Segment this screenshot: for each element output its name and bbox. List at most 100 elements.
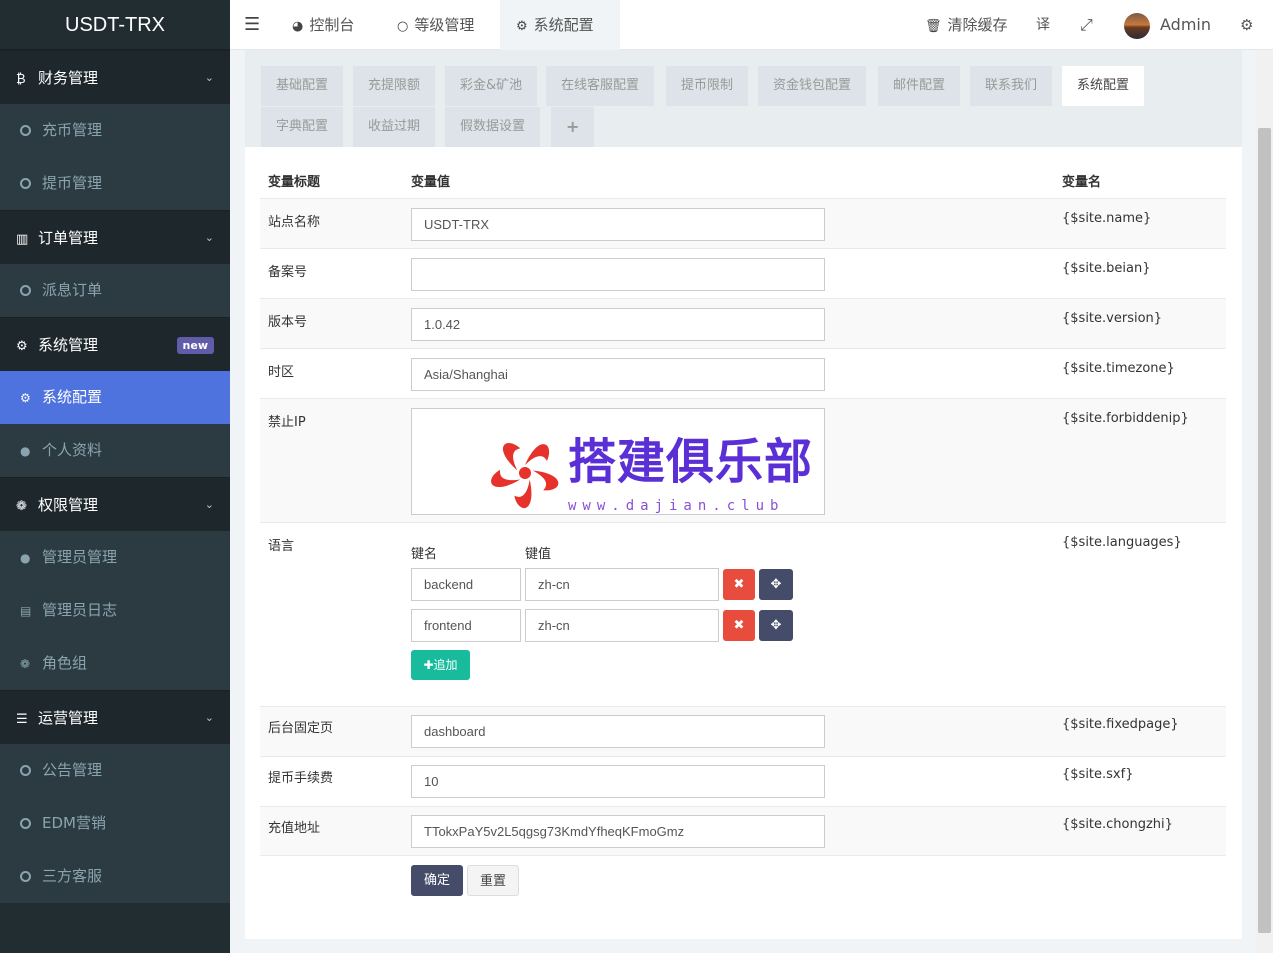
lang-key-header: 键名 bbox=[411, 547, 438, 562]
sidebar-header-orders[interactable]: ▥ 订单管理 ⌄ bbox=[0, 210, 230, 264]
circle-icon bbox=[20, 765, 31, 776]
row-label: 后台固定页 bbox=[268, 721, 334, 736]
tab-level-management[interactable]: ○ 等级管理 bbox=[385, 0, 486, 50]
top-navbar: ☰ ◕ 控制台 ○ 等级管理 ⚙ 系统配置 🗑 清除缓存 译 ⤢ Admin ⚙ bbox=[230, 0, 1273, 50]
sidebar-header-finance[interactable]: ₿ 财务管理 ⌄ bbox=[0, 50, 230, 104]
version-input[interactable]: 1.0.42 bbox=[411, 308, 825, 341]
move-icon: ✥ bbox=[770, 577, 782, 592]
users-icon: ❁ bbox=[20, 657, 31, 671]
config-tab-fake-data[interactable]: 假数据设置 bbox=[445, 107, 541, 147]
config-tab-email[interactable]: 邮件配置 bbox=[878, 66, 961, 106]
drag-handle-button[interactable]: ✥ bbox=[759, 610, 793, 641]
config-tab-bonus-pool[interactable]: 彩金&矿池 bbox=[445, 66, 538, 106]
chevron-down-icon: ⌄ bbox=[204, 231, 214, 244]
row-var: {$site.name} bbox=[1062, 211, 1152, 226]
sidebar-item-profile[interactable]: ● 个人资料 bbox=[0, 424, 230, 477]
sidebar: USDT-TRX ₿ 财务管理 ⌄ 充币管理 提币管理 ▥ 订单管理 ⌄ 派息订单 … bbox=[0, 0, 230, 953]
config-tab-system[interactable]: 系统配置 bbox=[1062, 66, 1145, 106]
sidebar-item-dividend-orders[interactable]: 派息订单 bbox=[0, 264, 230, 317]
config-tab-online-support[interactable]: 在线客服配置 bbox=[546, 66, 655, 106]
scrollbar-thumb[interactable] bbox=[1258, 128, 1271, 933]
translate-icon[interactable]: 译 bbox=[1036, 0, 1050, 50]
config-tab-withdraw-limit[interactable]: 提币限制 bbox=[666, 66, 749, 106]
config-tab-contact[interactable]: 联系我们 bbox=[970, 66, 1053, 106]
lang-value-input[interactable]: zh-cn bbox=[525, 568, 719, 601]
sidebar-item-roles[interactable]: ❁ 角色组 bbox=[0, 637, 230, 690]
sidebar-item-notices[interactable]: 公告管理 bbox=[0, 744, 230, 797]
settings-gears-icon[interactable]: ⚙ bbox=[1240, 0, 1253, 50]
beian-input[interactable] bbox=[411, 258, 825, 291]
site-name-input[interactable]: USDT-TRX bbox=[411, 208, 825, 241]
fullscreen-icon[interactable]: ⤢ bbox=[1080, 0, 1093, 50]
sidebar-header-permissions[interactable]: ❁ 权限管理 ⌄ bbox=[0, 477, 230, 531]
sidebar-header-label: 系统管理 bbox=[38, 336, 99, 354]
sidebar-item-admins[interactable]: ● 管理员管理 bbox=[0, 531, 230, 584]
config-tab-add[interactable]: + bbox=[551, 107, 595, 147]
sidebar-item-system-config[interactable]: ⚙ 系统配置 bbox=[0, 371, 230, 424]
circle-icon bbox=[20, 818, 31, 829]
timezone-input[interactable]: Asia/Shanghai bbox=[411, 358, 825, 391]
tab-system-config[interactable]: ⚙ 系统配置 bbox=[500, 0, 620, 50]
config-tab-basic[interactable]: 基础配置 bbox=[261, 66, 344, 106]
clear-cache-label: 清除缓存 bbox=[947, 16, 1008, 34]
sidebar-item-label: 角色组 bbox=[42, 654, 88, 672]
sidebar-item-admin-log[interactable]: ▤ 管理员日志 bbox=[0, 584, 230, 637]
lang-value-input[interactable]: zh-cn bbox=[525, 609, 719, 642]
sidebar-item-label: 三方客服 bbox=[42, 867, 103, 885]
sidebar-item-edm[interactable]: EDM营销 bbox=[0, 797, 230, 850]
append-button[interactable]: ✚追加 bbox=[411, 650, 470, 680]
config-tabs: 基础配置 充提限额 彩金&矿池 在线客服配置 提币限制 资金钱包配置 邮件配置 … bbox=[245, 50, 1242, 147]
fixed-page-input[interactable]: dashboard bbox=[411, 715, 825, 748]
deposit-address-input[interactable]: TTokxPaY5v2L5qgsg73KmdYfheqKFmoGmz bbox=[411, 815, 825, 848]
row-var: {$site.sxf} bbox=[1062, 767, 1134, 782]
append-label: 追加 bbox=[433, 658, 458, 672]
sidebar-header-operations[interactable]: ☰ 运营管理 ⌄ bbox=[0, 690, 230, 744]
users-icon: ❁ bbox=[16, 499, 27, 514]
hamburger-menu-icon[interactable]: ☰ bbox=[244, 0, 260, 50]
config-tab-earnings-expiry[interactable]: 收益过期 bbox=[353, 107, 436, 147]
sidebar-header-system[interactable]: ⚙ 系统管理 new bbox=[0, 317, 230, 371]
sidebar-item-withdraw[interactable]: 提币管理 bbox=[0, 157, 230, 210]
config-tab-dictionary[interactable]: 字典配置 bbox=[261, 107, 344, 147]
sidebar-item-label: 个人资料 bbox=[42, 441, 103, 459]
chevron-down-icon: ⌄ bbox=[204, 71, 214, 84]
header-title: 变量标题 bbox=[268, 175, 321, 190]
table-row: 站点名称 USDT-TRX {$site.name} bbox=[260, 198, 1226, 248]
table-row: 提币手续费 10 {$site.sxf} bbox=[260, 756, 1226, 806]
watermark-url: www.dajian.club bbox=[568, 498, 785, 514]
lang-key-input[interactable]: backend bbox=[411, 568, 521, 601]
row-var: {$site.timezone} bbox=[1062, 361, 1175, 376]
move-icon: ✥ bbox=[770, 618, 782, 633]
sidebar-header-label: 运营管理 bbox=[38, 709, 99, 727]
table-row: 版本号 1.0.42 {$site.version} bbox=[260, 298, 1226, 348]
reset-button[interactable]: 重置 bbox=[467, 865, 519, 896]
close-icon: ✖ bbox=[733, 618, 745, 633]
confirm-button[interactable]: 确定 bbox=[411, 865, 463, 896]
watermark: 搭建俱乐部 www.dajian.club bbox=[490, 428, 812, 523]
table-row: 后台固定页 dashboard {$site.fixedpage} bbox=[260, 706, 1226, 756]
row-var: {$site.chongzhi} bbox=[1062, 817, 1173, 832]
app-logo[interactable]: USDT-TRX bbox=[0, 0, 230, 50]
table-row: 备案号 {$site.beian} bbox=[260, 248, 1226, 298]
sidebar-item-deposit[interactable]: 充币管理 bbox=[0, 104, 230, 157]
withdraw-fee-input[interactable]: 10 bbox=[411, 765, 825, 798]
config-tab-limits[interactable]: 充提限额 bbox=[353, 66, 436, 106]
sidebar-header-label: 财务管理 bbox=[38, 69, 99, 87]
tab-dashboard[interactable]: ◕ 控制台 bbox=[280, 0, 366, 50]
sidebar-item-label: 提币管理 bbox=[42, 174, 103, 192]
bitcoin-icon: ₿ bbox=[16, 72, 26, 87]
lang-key-input[interactable]: frontend bbox=[411, 609, 521, 642]
config-tab-wallet[interactable]: 资金钱包配置 bbox=[758, 66, 867, 106]
avatar bbox=[1124, 12, 1150, 39]
sidebar-item-third-party-support[interactable]: 三方客服 bbox=[0, 850, 230, 903]
table-row: 语言 键名 键值 backend zh-cn ✖ ✥ frontend zh-c… bbox=[260, 522, 1226, 706]
drag-handle-button[interactable]: ✥ bbox=[759, 569, 793, 600]
user-menu[interactable]: Admin bbox=[1124, 0, 1211, 50]
delete-row-button[interactable]: ✖ bbox=[723, 610, 755, 641]
row-label: 版本号 bbox=[268, 315, 308, 330]
row-label: 禁止IP bbox=[268, 415, 306, 430]
row-var: {$site.beian} bbox=[1062, 261, 1151, 276]
delete-row-button[interactable]: ✖ bbox=[723, 569, 755, 600]
row-label: 备案号 bbox=[268, 265, 308, 280]
clear-cache-button[interactable]: 🗑 清除缓存 bbox=[925, 0, 1008, 50]
